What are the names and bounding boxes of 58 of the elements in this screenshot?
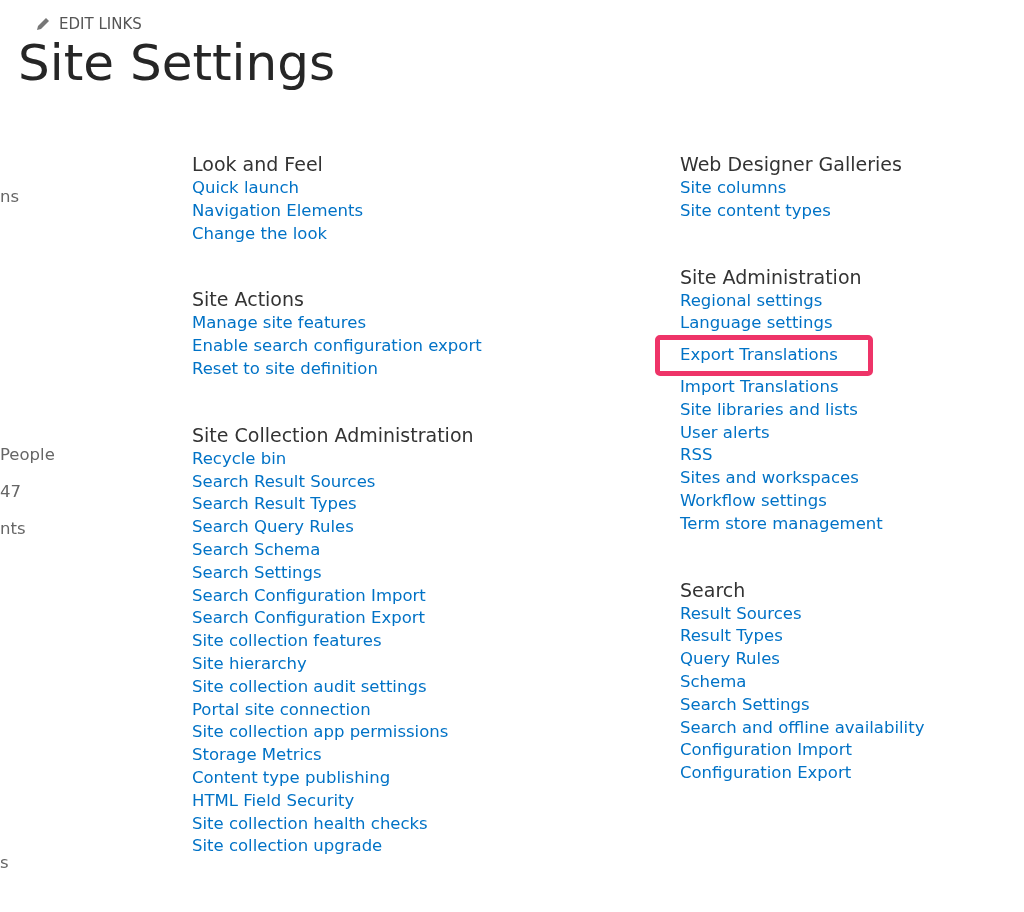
settings-link[interactable]: Search Settings [680,694,810,714]
settings-link[interactable]: RSS [680,445,713,465]
settings-link[interactable]: Site collection audit settings [192,676,427,696]
settings-link[interactable]: Import Translations [680,377,839,396]
section-heading: Site Administration [680,264,863,289]
settings-link[interactable]: Site content types [680,200,831,220]
settings-link[interactable]: Site collection upgrade [192,836,383,856]
settings-link[interactable]: Search Schema [192,539,321,559]
settings-link[interactable]: Configuration Export [680,763,852,783]
settings-link[interactable]: Navigation Elements [192,200,364,220]
settings-link[interactable]: Search Query Rules [192,517,354,537]
settings-link[interactable]: Change the look [192,223,328,243]
settings-link[interactable]: Content type publishing [192,767,391,787]
settings-link[interactable]: Export Translations [680,345,838,365]
settings-link[interactable]: Quick launch [192,178,300,197]
settings-link[interactable]: Search Result Types [192,494,357,514]
section-heading: Site Actions [192,287,305,312]
section-heading: Web Designer Galleries [680,152,903,176]
settings-link[interactable]: Site hierarchy [192,653,307,673]
settings-link[interactable]: Site collection features [192,631,382,651]
settings-link[interactable]: Result Types [680,626,783,646]
settings-link[interactable]: Search Configuration Export [192,608,426,628]
edit-links-link[interactable]: EDIT LINKS [35,15,142,33]
settings-link[interactable]: Reset to site definition [192,359,378,378]
settings-link[interactable]: Storage Metrics [192,745,322,765]
settings-link[interactable]: Language settings [680,313,833,333]
settings-link[interactable]: Sites and workspaces [680,468,859,488]
settings-link[interactable]: Regional settings [680,290,823,310]
settings-link[interactable]: Site libraries and lists [680,399,858,419]
settings-link[interactable]: Schema [680,671,747,691]
section-heading: Look and Feel [192,152,324,176]
nav-item[interactable]: s [0,853,9,872]
settings-link[interactable]: Configuration Import [680,740,852,760]
settings-link[interactable]: Portal site connection [192,699,371,719]
nav-item[interactable]: People [0,445,55,464]
settings-link[interactable]: Enable search configuration export [192,336,482,356]
nav-item[interactable]: 47 [0,482,21,501]
settings-link[interactable]: Search Configuration Import [192,585,426,605]
nav-item[interactable]: ns [0,187,20,206]
settings-link[interactable]: HTML Field Security [192,790,355,810]
settings-link[interactable]: Workflow settings [680,490,827,510]
page-title: Site Settings [18,33,336,93]
nav-item[interactable]: nts [0,519,26,538]
settings-link[interactable]: Site collection health checks [192,813,428,833]
settings-link[interactable]: User alerts [680,422,770,442]
settings-link[interactable]: Site collection app permissions [192,722,449,742]
settings-link[interactable]: Manage site features [192,313,366,333]
section-heading: Search [680,577,747,602]
pencil-icon [35,16,51,32]
settings-link[interactable]: Query Rules [680,649,780,669]
settings-link[interactable]: Search Result Sources [192,471,376,491]
settings-link[interactable]: Result Sources [680,603,802,623]
section-heading: Site Collection Administration [192,422,475,447]
settings-link[interactable]: Term store management [680,513,883,533]
settings-link[interactable]: Search Settings [192,562,322,582]
settings-link[interactable]: Site columns [680,178,787,197]
settings-link[interactable]: Recycle bin [192,448,287,468]
settings-link[interactable]: Search and offline availability [680,717,925,737]
